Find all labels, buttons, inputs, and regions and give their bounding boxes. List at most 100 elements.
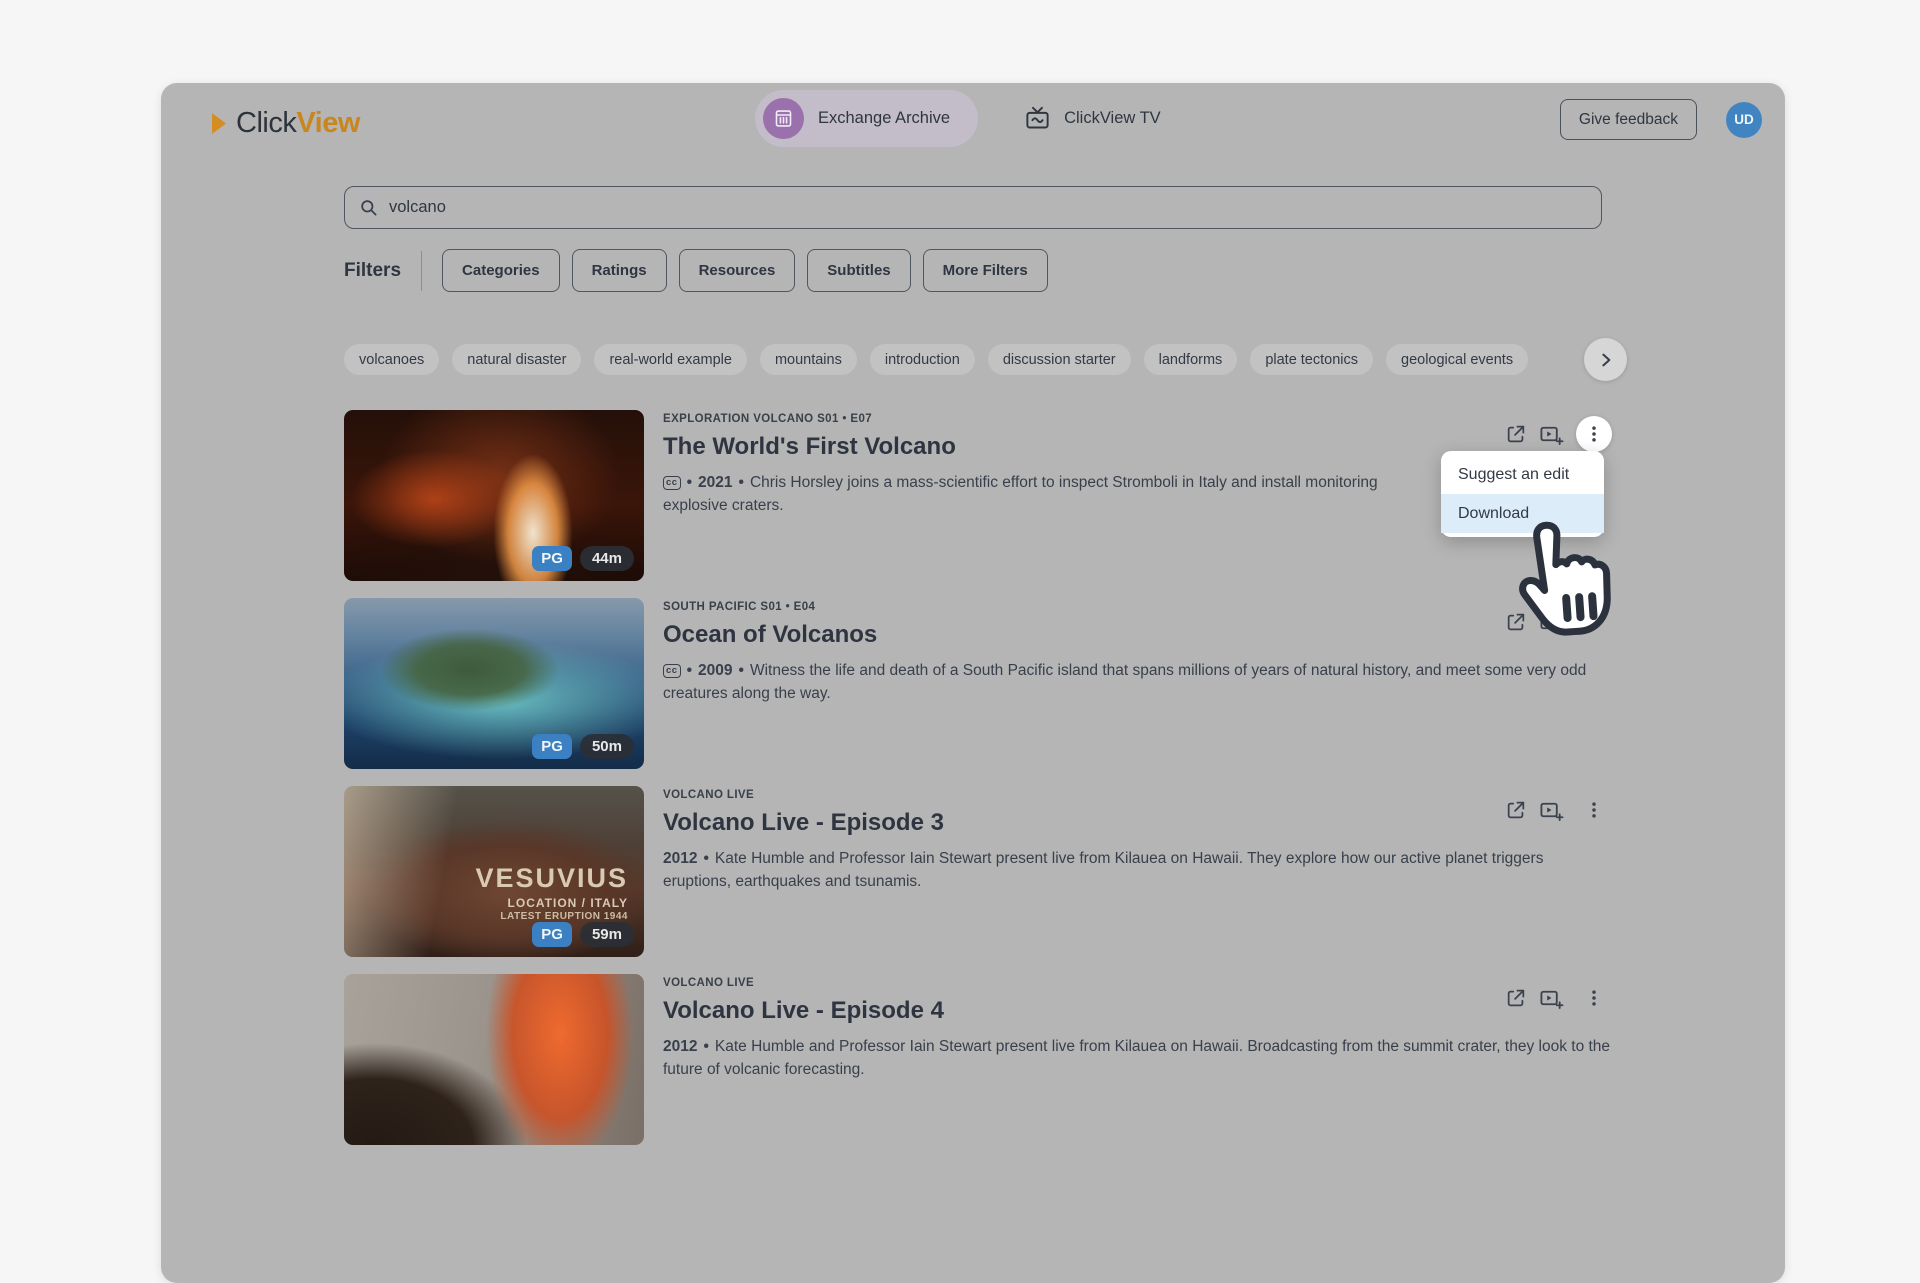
rating-badge: PG xyxy=(532,922,572,947)
result-row: PG 50m SOUTH PACIFIC S01 • E04 Ocean of … xyxy=(344,598,1612,769)
thumbnail-overlay-subtitle: LOCATION / ITALY xyxy=(475,896,628,911)
tag-chip[interactable]: landforms xyxy=(1144,344,1238,375)
give-feedback-button[interactable]: Give feedback xyxy=(1560,99,1697,140)
filter-button[interactable]: More Filters xyxy=(923,249,1048,292)
more-options-button[interactable] xyxy=(1576,416,1612,452)
chevron-right-icon xyxy=(1598,352,1614,368)
video-add-icon xyxy=(1539,798,1564,823)
closed-captions-icon: cc xyxy=(663,476,681,490)
tag-chip[interactable]: natural disaster xyxy=(452,344,581,375)
video-add-icon xyxy=(1539,422,1564,447)
result-thumbnail[interactable]: VESUVIUS LOCATION / ITALY LATEST ERUPTIO… xyxy=(344,786,644,957)
filters-divider xyxy=(421,251,422,291)
filters-label: Filters xyxy=(344,260,401,282)
logo-text-click: Click xyxy=(236,107,296,139)
clickview-logo[interactable]: ClickView xyxy=(211,107,360,140)
filter-button[interactable]: Subtitles xyxy=(807,249,910,292)
user-avatar[interactable]: UD xyxy=(1726,102,1762,138)
external-link-icon xyxy=(1505,799,1527,821)
external-link-icon xyxy=(1505,987,1527,1009)
result-thumbnail[interactable] xyxy=(344,974,644,1145)
result-title[interactable]: Ocean of Volcanos xyxy=(663,621,1612,649)
video-add-icon xyxy=(1539,986,1564,1011)
add-to-playlist-button[interactable] xyxy=(1539,986,1564,1011)
hand-cursor-icon xyxy=(1509,514,1624,647)
chips-scroll-next-button[interactable] xyxy=(1584,338,1627,381)
header-actions: Give feedback UD xyxy=(1560,99,1762,140)
add-to-playlist-button[interactable] xyxy=(1539,422,1564,447)
duration-badge: 44m xyxy=(580,546,634,571)
logo-play-icon xyxy=(211,113,227,134)
result-text: VOLCANO LIVE Volcano Live - Episode 3 20… xyxy=(663,786,1612,957)
more-options-button[interactable] xyxy=(1576,980,1612,1016)
result-eyebrow: EXPLORATION VOLCANO S01 • E07 xyxy=(663,413,1612,425)
rating-badge: PG xyxy=(532,546,572,571)
search-input[interactable] xyxy=(389,198,1587,217)
nav-clickview-tv[interactable]: ClickView TV xyxy=(1024,105,1161,132)
tag-chips-row: volcanoes natural disaster real-world exam… xyxy=(344,344,1528,375)
logo-text: ClickView xyxy=(236,107,360,140)
thumbnail-badges: PG 44m xyxy=(532,546,634,571)
result-title[interactable]: Volcano Live - Episode 3 xyxy=(663,809,1612,837)
result-description: 2012•Kate Humble and Professor Iain Stew… xyxy=(663,1036,1612,1082)
tag-chip[interactable]: geological events xyxy=(1386,344,1528,375)
result-thumbnail[interactable]: PG 50m xyxy=(344,598,644,769)
nav-clickview-tv-label: ClickView TV xyxy=(1064,109,1161,128)
result-actions xyxy=(1505,980,1612,1016)
result-eyebrow: VOLCANO LIVE xyxy=(663,977,1612,989)
result-eyebrow: VOLCANO LIVE xyxy=(663,789,1612,801)
tag-chip[interactable]: discussion starter xyxy=(988,344,1131,375)
main-card: ClickView Exchange Archive ClickView T xyxy=(161,83,1785,1283)
result-row: VESUVIUS LOCATION / ITALY LATEST ERUPTIO… xyxy=(344,786,1612,957)
nav-exchange-archive[interactable]: Exchange Archive xyxy=(755,90,978,147)
search-icon xyxy=(359,198,378,217)
open-in-new-tab-button[interactable] xyxy=(1505,987,1527,1009)
result-row: VOLCANO LIVE Volcano Live - Episode 4 20… xyxy=(344,974,1612,1145)
result-description: 2012•Kate Humble and Professor Iain Stew… xyxy=(663,848,1612,894)
results-list: PG 44m EXPLORATION VOLCANO S01 • E07 The… xyxy=(344,410,1612,1162)
exchange-archive-icon xyxy=(763,98,804,139)
result-text: SOUTH PACIFIC S01 • E04 Ocean of Volcano… xyxy=(663,598,1612,769)
header-nav: Exchange Archive ClickView TV xyxy=(755,90,1161,147)
result-year: 2021 xyxy=(698,474,732,491)
tv-icon xyxy=(1024,105,1051,132)
result-text: VOLCANO LIVE Volcano Live - Episode 4 20… xyxy=(663,974,1612,1145)
tag-chip[interactable]: real-world example xyxy=(594,344,747,375)
thumbnail-overlay-text: VESUVIUS LOCATION / ITALY LATEST ERUPTIO… xyxy=(475,862,628,923)
result-row: PG 44m EXPLORATION VOLCANO S01 • E07 The… xyxy=(344,410,1612,581)
search-bar xyxy=(344,186,1602,229)
result-year: 2012 xyxy=(663,1038,697,1055)
result-actions xyxy=(1505,416,1612,452)
duration-badge: 59m xyxy=(580,922,634,947)
result-title[interactable]: Volcano Live - Episode 4 xyxy=(663,997,1612,1025)
context-menu-item[interactable]: Suggest an edit xyxy=(1441,455,1604,494)
filter-button[interactable]: Categories xyxy=(442,249,560,292)
filter-button[interactable]: Ratings xyxy=(572,249,667,292)
filter-buttons: Categories Ratings Resources Subtitles More … xyxy=(442,249,1048,292)
tag-chip[interactable]: volcanoes xyxy=(344,344,439,375)
result-thumbnail[interactable]: PG 44m xyxy=(344,410,644,581)
thumbnail-badges: PG 59m xyxy=(532,922,634,947)
result-year: 2012 xyxy=(663,850,697,867)
filters-row: Filters Categories Ratings Resources Subtit… xyxy=(344,249,1048,292)
closed-captions-icon: cc xyxy=(663,664,681,678)
kebab-menu-icon xyxy=(1584,424,1604,444)
result-eyebrow: SOUTH PACIFIC S01 • E04 xyxy=(663,601,1612,613)
more-options-button[interactable] xyxy=(1576,792,1612,828)
add-to-playlist-button[interactable] xyxy=(1539,798,1564,823)
kebab-menu-icon xyxy=(1584,988,1604,1008)
filter-button[interactable]: Resources xyxy=(679,249,796,292)
duration-badge: 50m xyxy=(580,734,634,759)
thumbnail-badges: PG 50m xyxy=(532,734,634,759)
tag-chip[interactable]: plate tectonics xyxy=(1250,344,1373,375)
open-in-new-tab-button[interactable] xyxy=(1505,423,1527,445)
nav-exchange-archive-label: Exchange Archive xyxy=(818,109,950,128)
logo-text-view: View xyxy=(296,107,360,139)
tag-chip[interactable]: introduction xyxy=(870,344,975,375)
thumbnail-overlay-title: VESUVIUS xyxy=(475,862,628,896)
external-link-icon xyxy=(1505,423,1527,445)
tag-chip[interactable]: mountains xyxy=(760,344,857,375)
open-in-new-tab-button[interactable] xyxy=(1505,799,1527,821)
result-actions xyxy=(1505,792,1612,828)
rating-badge: PG xyxy=(532,734,572,759)
